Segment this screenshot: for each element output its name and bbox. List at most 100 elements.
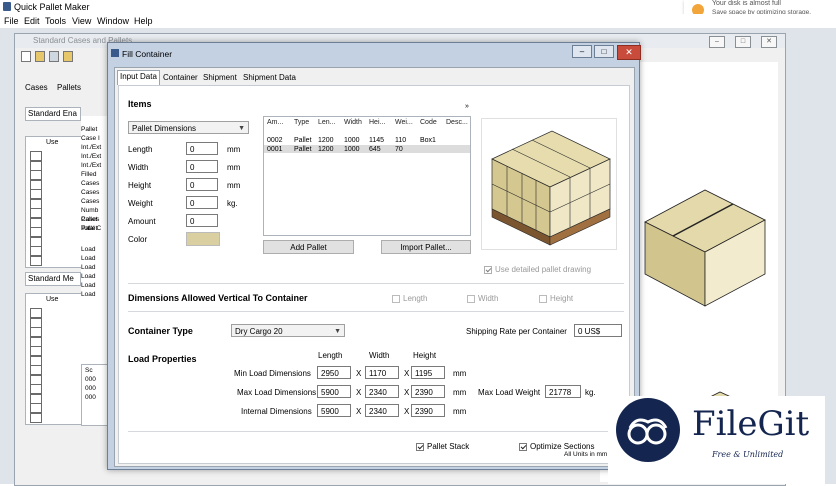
- use-detailed-checkbox[interactable]: [484, 266, 492, 274]
- length-unit: mm: [227, 145, 241, 154]
- menu-bar: File Edit Tools View Window Help: [0, 14, 836, 28]
- width-field[interactable]: 0: [186, 160, 218, 173]
- height-field[interactable]: 0: [186, 178, 218, 191]
- menu-edit[interactable]: Edit: [24, 16, 40, 26]
- use-checkbox[interactable]: [30, 236, 42, 247]
- load-dim-field[interactable]: 2340: [365, 385, 399, 398]
- use-checkbox[interactable]: [30, 170, 42, 180]
- pallet-dimensions-dropdown[interactable]: Pallet Dimensions ▼: [128, 121, 249, 134]
- use-checkbox[interactable]: [30, 365, 42, 375]
- use-checkbox[interactable]: [30, 355, 42, 366]
- use-checkbox[interactable]: [30, 336, 42, 347]
- folder-icon[interactable]: [63, 51, 73, 62]
- standard-ena-combo[interactable]: Standard Ena: [25, 107, 81, 121]
- allow-width-checkbox[interactable]: [467, 295, 475, 303]
- grid-header[interactable]: Hei...: [369, 119, 385, 126]
- menu-view[interactable]: View: [72, 16, 91, 26]
- use-checkbox[interactable]: [30, 246, 42, 256]
- grid-header[interactable]: Desc...: [446, 119, 468, 126]
- color-swatch[interactable]: [186, 232, 220, 246]
- use-checkbox[interactable]: [30, 227, 42, 237]
- grid-header[interactable]: Width: [344, 119, 362, 126]
- standard-me-combo[interactable]: Standard Me: [25, 272, 81, 286]
- tab-pallets[interactable]: Pallets: [55, 82, 83, 93]
- use-checkbox[interactable]: [30, 308, 42, 318]
- use-checkbox[interactable]: [30, 217, 42, 228]
- x-separator: X: [404, 388, 410, 397]
- length-field[interactable]: 0: [186, 142, 218, 155]
- load-dim-field[interactable]: 1195: [411, 366, 445, 379]
- load-dim-field[interactable]: 5900: [317, 385, 351, 398]
- grid-header[interactable]: Am...: [267, 119, 283, 126]
- import-pallet-button[interactable]: Import Pallet...: [381, 240, 471, 254]
- use-checkbox[interactable]: [30, 374, 42, 385]
- dialog-minimize-icon[interactable]: –: [572, 45, 592, 58]
- dialog-maximize-icon[interactable]: □: [594, 45, 614, 58]
- dimensions-allowed-heading: Dimensions Allowed Vertical To Container: [128, 293, 308, 303]
- divider-3: [128, 431, 624, 432]
- bg-info-label: Numb: [81, 207, 99, 214]
- collapse-icon[interactable]: »: [465, 103, 469, 110]
- container-type-dropdown[interactable]: Dry Cargo 20 ▼: [231, 324, 345, 337]
- weight-field[interactable]: 0: [186, 196, 218, 209]
- pallet-stack-checkbox[interactable]: [416, 443, 424, 451]
- use-checkbox[interactable]: [30, 198, 42, 209]
- use-checkbox[interactable]: [30, 189, 42, 199]
- use-checkbox[interactable]: [30, 403, 42, 413]
- allow-height-checkbox[interactable]: [539, 295, 547, 303]
- use-checkbox[interactable]: [30, 151, 42, 161]
- close-icon[interactable]: ✕: [761, 36, 777, 48]
- load-dim-field[interactable]: 2950: [317, 366, 351, 379]
- x-separator: X: [404, 407, 410, 416]
- tab-shipment-data[interactable]: Shipment Data: [241, 72, 298, 83]
- amount-field[interactable]: 0: [186, 214, 218, 227]
- use-checkbox[interactable]: [30, 412, 42, 423]
- tab-input-data[interactable]: Input Data: [117, 70, 160, 85]
- menu-help[interactable]: Help: [134, 16, 153, 26]
- load-dim-field[interactable]: 1170: [365, 366, 399, 379]
- open-icon[interactable]: [35, 51, 45, 62]
- use-checkbox[interactable]: [30, 317, 42, 328]
- optimize-sections-checkbox[interactable]: [519, 443, 527, 451]
- tab-cases[interactable]: Cases: [23, 82, 50, 93]
- tab-shipment[interactable]: Shipment: [201, 72, 239, 83]
- dialog-close-icon[interactable]: ✕: [617, 45, 641, 60]
- minimize-icon[interactable]: –: [709, 36, 725, 48]
- max-load-weight-unit: kg.: [585, 388, 596, 397]
- use-checkbox[interactable]: [30, 346, 42, 356]
- menu-file[interactable]: File: [4, 16, 19, 26]
- shipping-rate-field[interactable]: 0 US$: [574, 324, 622, 337]
- load-dim-field[interactable]: 2340: [365, 404, 399, 417]
- height-unit: mm: [227, 181, 241, 190]
- new-icon[interactable]: [21, 51, 31, 62]
- pallet-items-grid[interactable]: Am... Type Len... Width Hei... Wei... Code Desc…: [263, 116, 471, 236]
- grid-header[interactable]: Type: [294, 119, 309, 126]
- grid-cell: 1200: [318, 137, 334, 144]
- use-checkbox[interactable]: [30, 393, 42, 404]
- load-dim-field[interactable]: 5900: [317, 404, 351, 417]
- grid-cell: 70: [395, 146, 403, 153]
- load-dim-field[interactable]: 2390: [411, 385, 445, 398]
- bg-info-label: Cases: [81, 198, 100, 205]
- menu-tools[interactable]: Tools: [45, 16, 66, 26]
- save-icon[interactable]: [49, 51, 59, 62]
- use-checkbox[interactable]: [30, 255, 42, 266]
- grid-header[interactable]: Code: [420, 119, 437, 126]
- allow-length-checkbox[interactable]: [392, 295, 400, 303]
- use-checkbox[interactable]: [30, 179, 42, 190]
- add-pallet-button[interactable]: Add Pallet: [263, 240, 354, 254]
- use-checkbox[interactable]: [30, 384, 42, 394]
- use-checkbox[interactable]: [30, 160, 42, 171]
- maximize-icon[interactable]: □: [735, 36, 751, 48]
- grid-header[interactable]: Wei...: [395, 119, 413, 126]
- use-checkbox[interactable]: [30, 208, 42, 218]
- bg-bottom-cell: 000: [85, 376, 96, 383]
- max-load-weight-field[interactable]: 21778: [545, 385, 581, 398]
- menu-window[interactable]: Window: [97, 16, 129, 26]
- load-dim-field[interactable]: 2390: [411, 404, 445, 417]
- use-checkbox[interactable]: [30, 327, 42, 337]
- grid-header[interactable]: Len...: [318, 119, 336, 126]
- allow-width-label: Width: [478, 294, 499, 303]
- grid-cell: 1200: [318, 146, 334, 153]
- tab-container[interactable]: Container: [161, 72, 200, 83]
